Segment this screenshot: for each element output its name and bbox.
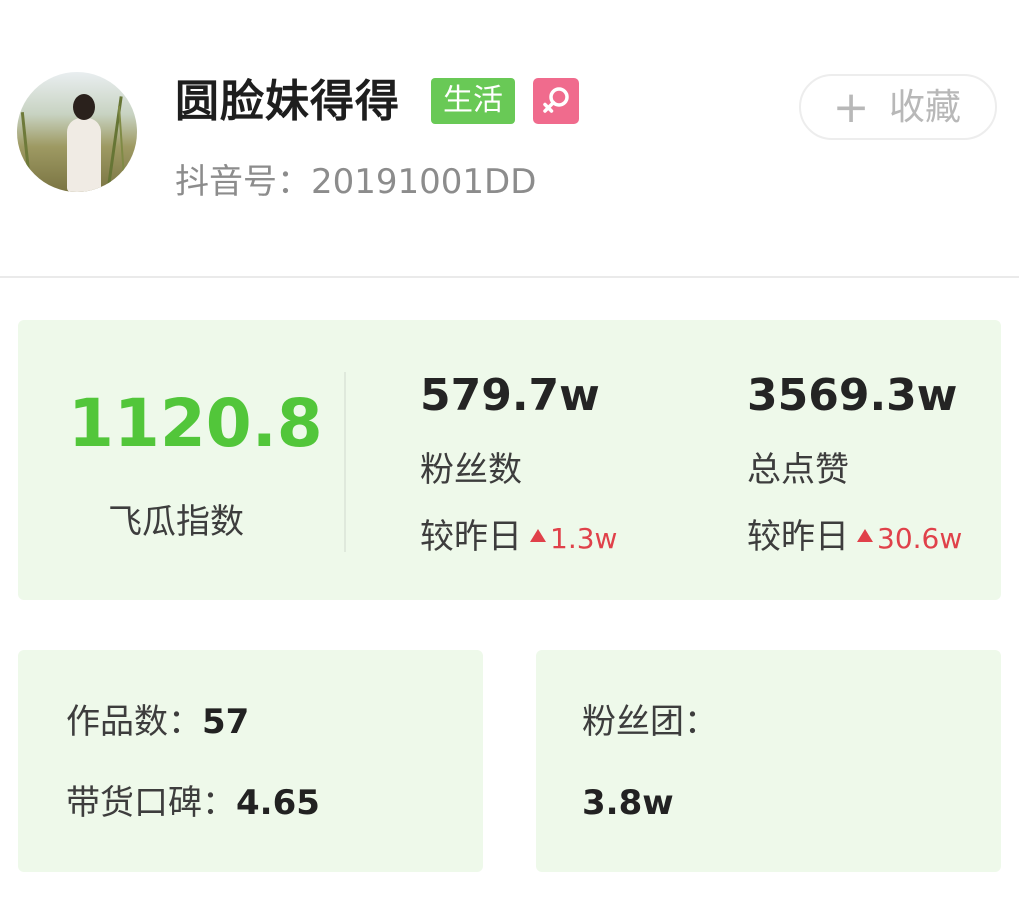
fans-compare-label: 较昨日 xyxy=(420,517,522,557)
fans-count-value: 579.7w xyxy=(420,370,600,421)
works-card xyxy=(18,650,483,872)
feigua-index-value: 1120.8 xyxy=(68,385,323,462)
arrow-up-icon xyxy=(530,529,546,542)
arrow-up-icon xyxy=(857,529,873,542)
likes-compare: 较昨日 30.6w xyxy=(747,515,962,561)
profile-page: 圆脸妹得得 生活 抖音号：20191001DD + 收藏 1120.8 飞瓜指数… xyxy=(0,0,1019,907)
fans-count-label: 粉丝数 xyxy=(420,450,522,490)
fans-compare: 较昨日 1.3w xyxy=(420,515,617,561)
likes-count-label: 总点赞 xyxy=(747,450,849,490)
favorite-label: 收藏 xyxy=(889,87,962,128)
profile-header: 圆脸妹得得 生活 抖音号：20191001DD + 收藏 xyxy=(0,0,1019,277)
fan-group-label: 粉丝团： xyxy=(582,702,718,742)
works-label: 作品数： xyxy=(66,702,202,742)
likes-compare-label: 较昨日 xyxy=(747,517,849,557)
avatar-figure-head xyxy=(73,94,95,120)
fans-delta: 1.3w xyxy=(550,522,618,555)
fan-group-card xyxy=(536,650,1001,872)
reputation-row: 带货口碑：4.65 xyxy=(66,781,320,825)
reputation-label: 带货口碑： xyxy=(66,783,236,823)
works-value: 57 xyxy=(202,702,250,742)
douyin-id: 抖音号：20191001DD xyxy=(175,162,537,202)
stats-divider xyxy=(344,372,346,552)
user-name: 圆脸妹得得 xyxy=(175,76,400,127)
feigua-index-label: 飞瓜指数 xyxy=(108,502,244,542)
avatar-grass xyxy=(118,106,126,192)
avatar-figure-body xyxy=(67,118,101,192)
female-symbol xyxy=(543,87,569,113)
likes-count-value: 3569.3w xyxy=(747,370,958,421)
fan-group-value: 3.8w xyxy=(582,781,674,825)
female-icon xyxy=(533,78,579,124)
category-tag: 生活 xyxy=(431,78,515,124)
fan-group-number: 3.8w xyxy=(582,783,674,823)
avatar-grass xyxy=(20,112,33,192)
avatar[interactable] xyxy=(17,72,137,192)
header-divider xyxy=(0,276,1019,278)
reputation-value: 4.65 xyxy=(236,783,320,823)
likes-delta: 30.6w xyxy=(877,522,963,555)
plus-icon: + xyxy=(832,82,870,133)
works-row: 作品数：57 xyxy=(66,700,249,744)
favorite-button[interactable]: + 收藏 xyxy=(799,74,997,140)
